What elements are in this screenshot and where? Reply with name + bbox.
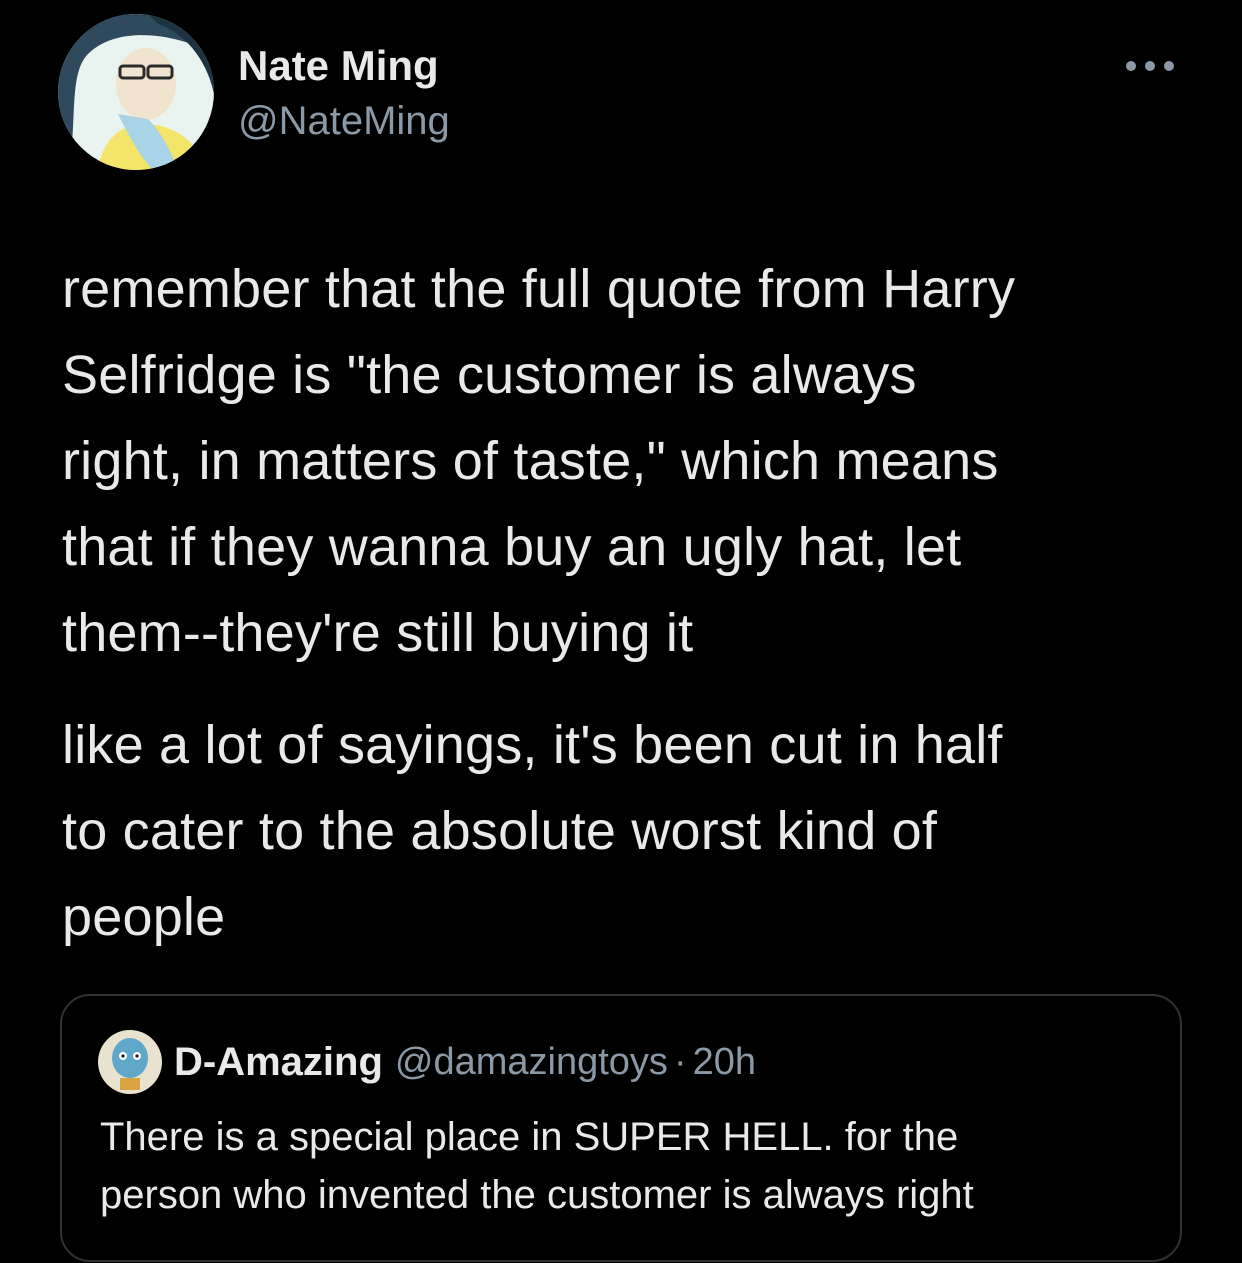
quoted-separator: · [673, 1040, 687, 1083]
quoted-display-name[interactable]: D-Amazing [174, 1040, 383, 1085]
quoted-tweet-text: There is a special place in SUPER HELL. … [100, 1115, 974, 1217]
user-avatar-icon [58, 14, 214, 170]
quoted-timestamp[interactable]: 20h [693, 1041, 756, 1084]
quoted-tweet-card[interactable]: D-Amazing @damazingtoys · 20h There is a… [60, 994, 1182, 1262]
quoted-handle[interactable]: @damazingtoys [395, 1041, 668, 1084]
tweet-paragraph: remember that the full quote from Harry … [62, 259, 1016, 663]
more-options-button[interactable] [1120, 46, 1180, 86]
author-display-name[interactable]: Nate Ming [238, 40, 439, 92]
quoted-user-avatar-icon [98, 1030, 162, 1094]
quoted-tweet-header: D-Amazing @damazingtoys · 20h [98, 1030, 756, 1094]
more-options-icon [1126, 61, 1174, 71]
author-handle[interactable]: @NateMing [238, 96, 450, 146]
tweet-body: remember that the full quote from Harry … [62, 246, 1192, 960]
tweet: Nate Ming @NateMing remember that the fu… [0, 0, 1242, 1263]
author-avatar[interactable] [58, 14, 214, 170]
tweet-paragraph: like a lot of sayings, it's been cut in … [62, 715, 1003, 947]
quoted-user-avatar[interactable] [98, 1030, 162, 1094]
